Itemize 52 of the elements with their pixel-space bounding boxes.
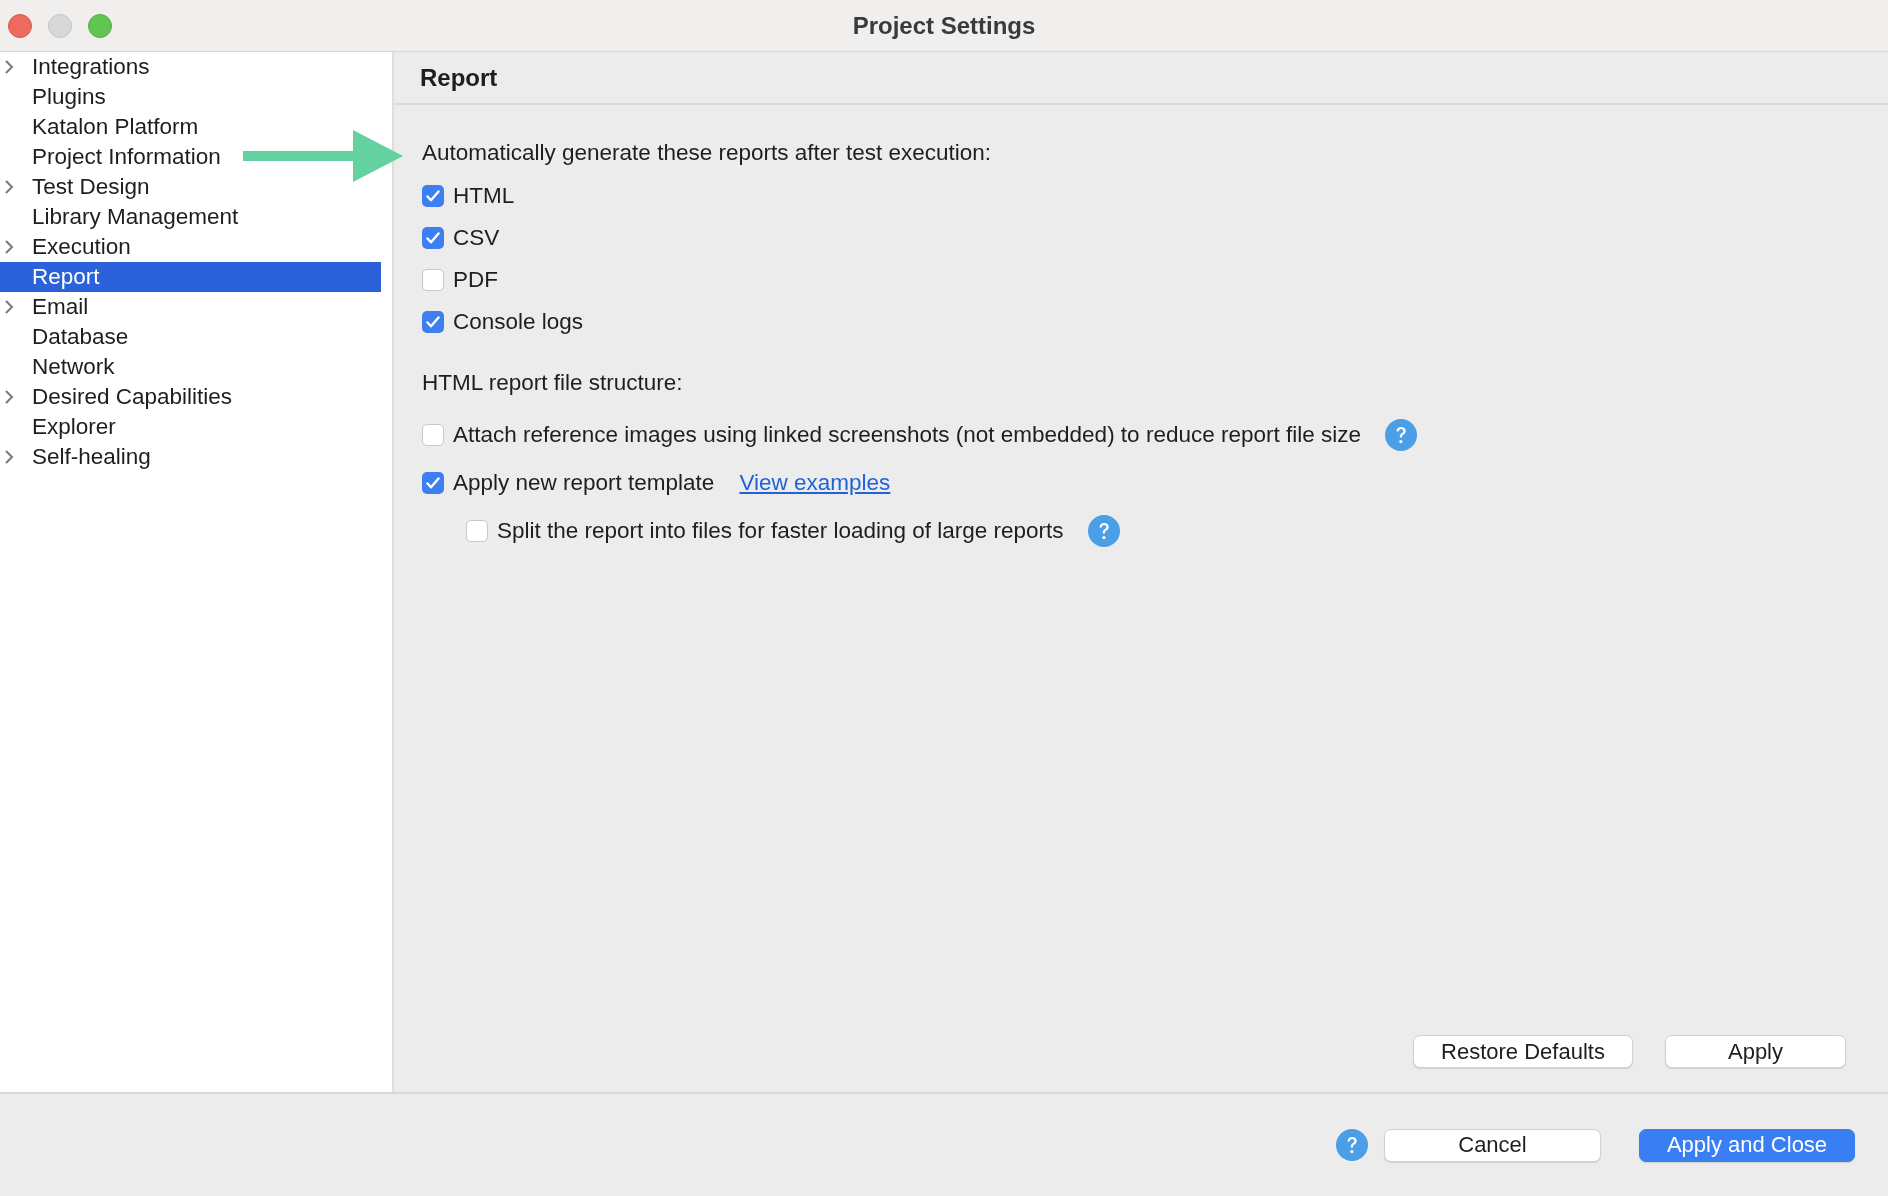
sidebar-item[interactable]: Katalon Platform bbox=[0, 112, 199, 142]
checkmark-icon bbox=[426, 477, 440, 489]
window-title: Project Settings bbox=[852, 11, 1036, 39]
apply-and-close-button[interactable]: Apply and Close bbox=[1639, 1128, 1855, 1162]
help-icon[interactable] bbox=[1087, 515, 1120, 547]
sidebar-item[interactable]: Library Management bbox=[0, 202, 239, 232]
close-button[interactable] bbox=[8, 13, 32, 38]
checkbox-label[interactable]: PDF bbox=[453, 267, 498, 293]
help-icon[interactable] bbox=[1385, 419, 1417, 451]
chevron-icon[interactable] bbox=[4, 389, 14, 405]
checkbox-label[interactable]: CSV bbox=[453, 225, 500, 251]
checkbox-label[interactable]: HTML bbox=[453, 183, 515, 209]
view-examples-link[interactable]: View examples bbox=[739, 470, 891, 496]
chevron-icon[interactable] bbox=[4, 59, 14, 75]
sidebar-item[interactable]: Explorer bbox=[0, 412, 116, 442]
checkbox[interactable] bbox=[422, 311, 444, 333]
sidebar-item[interactable]: Email bbox=[0, 292, 89, 322]
checkbox[interactable] bbox=[422, 424, 444, 446]
checkbox[interactable] bbox=[422, 269, 444, 291]
checkbox-label[interactable]: Split the report into files for faster loading of large reports bbox=[497, 518, 1064, 544]
checkmark-icon bbox=[426, 232, 440, 244]
sidebar-item[interactable]: Project Information bbox=[0, 142, 221, 172]
sidebar-item[interactable]: Self-healing bbox=[0, 442, 151, 472]
sidebar-item[interactable]: Desired Capabilities bbox=[0, 382, 233, 412]
checkbox-label[interactable]: Attach reference images using linked screenshots (not embedded) to reduce report file size bbox=[453, 422, 1361, 448]
chevron-icon[interactable] bbox=[4, 299, 14, 315]
sidebar-item[interactable]: Integrations bbox=[0, 52, 150, 82]
checkbox[interactable] bbox=[422, 185, 444, 207]
sidebar-item[interactable]: Execution bbox=[0, 232, 131, 262]
checkbox-label[interactable]: Console logs bbox=[453, 309, 584, 335]
chevron-icon[interactable] bbox=[4, 239, 14, 255]
sidebar-item[interactable]: Plugins bbox=[0, 82, 106, 112]
page-title: Report bbox=[420, 63, 498, 92]
section-label: Automatically generate these reports after test execution: bbox=[422, 140, 992, 166]
sidebar-item[interactable]: Report bbox=[0, 262, 381, 292]
restore-defaults-button[interactable]: Restore Defaults bbox=[1413, 1035, 1633, 1068]
chevron-icon[interactable] bbox=[4, 449, 14, 465]
sidebar-item[interactable]: Network bbox=[0, 352, 115, 382]
checkbox[interactable] bbox=[422, 227, 444, 249]
apply-button[interactable]: Apply bbox=[1665, 1035, 1846, 1068]
checkbox[interactable] bbox=[466, 520, 488, 542]
sidebar-item[interactable]: Database bbox=[0, 322, 129, 352]
checkmark-icon bbox=[426, 190, 440, 202]
checkmark-icon bbox=[426, 316, 440, 328]
help-icon[interactable] bbox=[1336, 1129, 1368, 1161]
cancel-button[interactable]: Cancel bbox=[1384, 1128, 1601, 1162]
section-label: HTML report file structure: bbox=[422, 370, 683, 396]
sidebar-item[interactable]: Test Design bbox=[0, 172, 150, 202]
checkbox-label[interactable]: Apply new report template bbox=[453, 470, 715, 496]
zoom-button[interactable] bbox=[88, 13, 112, 38]
chevron-icon[interactable] bbox=[4, 179, 14, 195]
checkbox[interactable] bbox=[422, 472, 444, 494]
